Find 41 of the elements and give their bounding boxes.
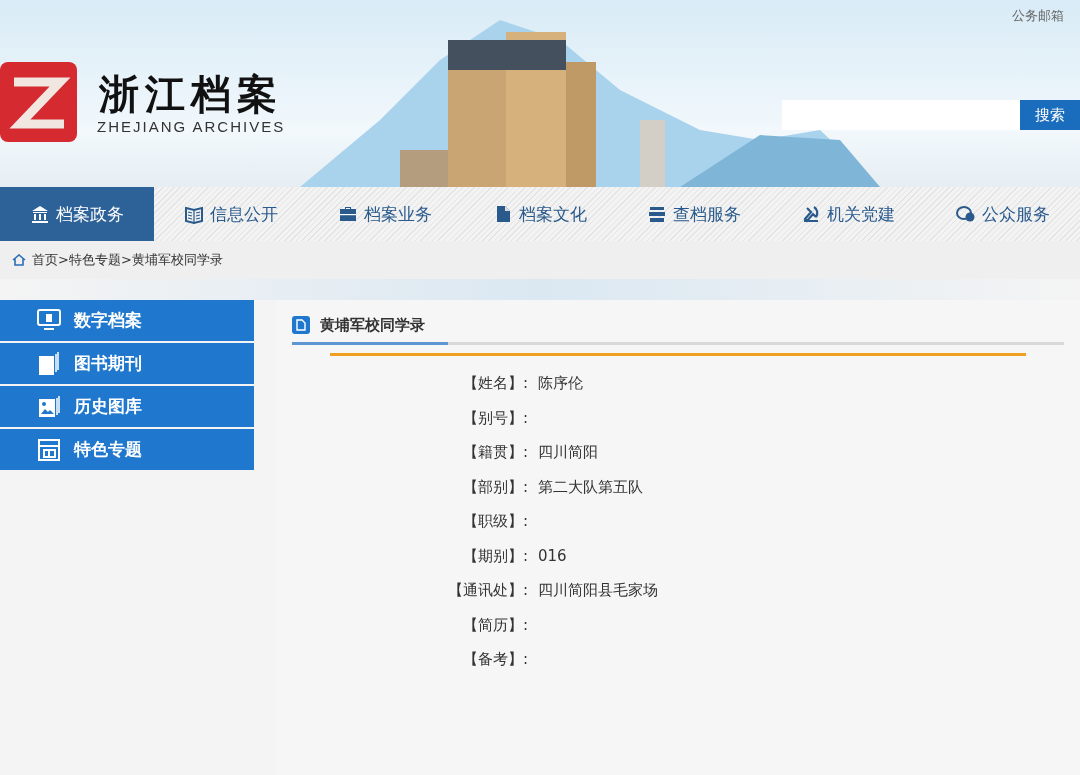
field-value: 四川简阳 [538,443,598,461]
document-icon [292,316,310,334]
field-label: 【籍贯】: [462,442,528,463]
logo-icon [0,62,77,142]
panel-title: 黄埔军校同学录 [320,315,425,335]
sidebar-item[interactable]: 图书期刊 [0,343,254,384]
logo-subtitle: ZHEJIANG ARCHIVES [97,117,286,135]
book-icon [184,204,205,224]
field-label: 【通讯处】: [447,580,528,601]
nav-tab[interactable]: 公众服务 [925,187,1080,241]
field-label: 【姓名】: [462,373,528,394]
sidebar-item[interactable]: 历史图库 [0,386,254,427]
nav-tab[interactable]: 信息公开 [154,187,309,241]
field-value: 016 [538,546,567,565]
stack-icon [647,204,668,224]
nav-tab[interactable]: 档案文化 [462,187,617,241]
field-label: 【简历】: [462,614,528,636]
sidebar-item[interactable]: 特色专题 [0,429,254,470]
sidebar-item[interactable]: 数字档案 [0,300,254,341]
nav-tab[interactable]: 机关党建 [771,187,926,241]
briefcase-icon [338,204,359,224]
nav-tab[interactable]: 档案业务 [308,187,463,241]
search-button[interactable]: 搜索 [1020,100,1080,130]
nav-tab[interactable]: 查档服务 [617,187,772,241]
breadcrumb: 首页>特色专题>黄埔军校同学录 [32,251,223,269]
search-field[interactable] [782,100,1020,130]
field-value: 第二大队第五队 [538,477,643,496]
field-label: 【备考】: [462,649,528,670]
field-label: 【别号】: [462,407,528,429]
field-value: 四川简阳县毛家场 [538,581,658,599]
chat-icon [955,204,976,224]
field-label: 【部别】: [462,476,528,498]
nav-tab[interactable]: 档案政务 [0,187,154,241]
books-icon [36,349,62,378]
home-icon [12,254,26,266]
bank-icon [30,204,50,224]
email-link[interactable]: 公务邮箱 [1012,7,1064,25]
field-value: 陈序伦 [538,374,583,392]
logo-title: 浙江档案 [99,69,284,118]
field-label: 【职级】: [462,511,528,532]
field-label: 【期别】: [462,545,528,567]
